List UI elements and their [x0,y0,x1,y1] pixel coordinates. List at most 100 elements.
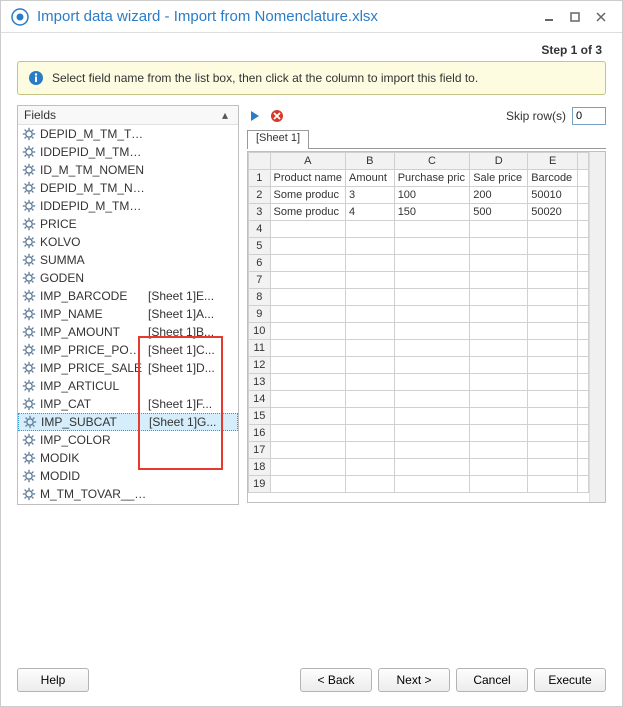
field-row[interactable]: IDDEPID_M_TM_N... [18,197,238,215]
field-name: IMP_BARCODE [40,289,148,303]
table-row[interactable]: 3Some produc415050050020 [249,204,589,221]
table-row[interactable]: 17 [249,442,589,459]
stop-icon[interactable] [269,108,285,124]
field-row[interactable]: IMP_PRICE_POKUP...[Sheet 1]C... [18,341,238,359]
back-button[interactable]: < Back [300,668,372,692]
fields-header[interactable]: Fields ▴ [18,106,238,125]
field-name: DEPID_M_TM_TOVAR [40,127,148,141]
play-icon[interactable] [247,108,263,124]
field-name: IDDEPID_M_TM_N... [40,199,148,213]
field-row[interactable]: KOLVO [18,233,238,251]
field-row[interactable]: PRICE [18,215,238,233]
field-mapping: [Sheet 1]G... [149,415,237,429]
maximize-button[interactable] [564,6,586,28]
info-icon [28,70,44,86]
table-row[interactable]: 10 [249,323,589,340]
chevron-up-icon[interactable]: ▴ [218,108,232,122]
table-row[interactable]: 1Product nameAmountPurchase pricSale pri… [249,170,589,187]
fields-header-label: Fields [24,108,218,122]
gear-icon [22,397,36,411]
info-box: Select field name from the list box, the… [17,61,606,95]
execute-button[interactable]: Execute [534,668,606,692]
sheet-tab[interactable]: [Sheet 1] [247,130,309,149]
field-row[interactable]: SUMMA [18,251,238,269]
gear-icon [22,145,36,159]
table-row[interactable]: 15 [249,408,589,425]
app-icon [11,8,29,26]
titlebar: Import data wizard - Import from Nomencl… [1,1,622,33]
field-name: MODIK [40,451,148,465]
field-row[interactable]: M_TM_NOMEN___... [18,503,238,504]
gear-icon [22,469,36,483]
field-row[interactable]: IMP_ARTICUL [18,377,238,395]
field-name: IMP_PRICE_SALE [40,361,148,375]
gear-icon [22,451,36,465]
field-name: DEPID_M_TM_NO... [40,181,148,195]
field-row[interactable]: IMP_NAME[Sheet 1]A... [18,305,238,323]
gear-icon [22,181,36,195]
table-row[interactable]: 8 [249,289,589,306]
gear-icon [22,289,36,303]
field-row[interactable]: IMP_SUBCAT[Sheet 1]G... [18,413,238,431]
field-row[interactable]: ID_M_TM_NOMEN [18,161,238,179]
table-row[interactable]: 7 [249,272,589,289]
field-row[interactable]: IMP_CAT[Sheet 1]F... [18,395,238,413]
data-grid[interactable]: ABCDE1Product nameAmountPurchase pricSal… [247,151,606,503]
table-row[interactable]: 2Some produc310020050010 [249,187,589,204]
table-row[interactable]: 6 [249,255,589,272]
field-row[interactable]: IDDEPID_M_TM_T... [18,143,238,161]
table-row[interactable]: 12 [249,357,589,374]
field-row[interactable]: DEPID_M_TM_TOVAR [18,125,238,143]
field-mapping: [Sheet 1]D... [148,361,238,375]
table-row[interactable]: 5 [249,238,589,255]
minimize-button[interactable] [538,6,560,28]
field-row[interactable]: IMP_AMOUNT[Sheet 1]B... [18,323,238,341]
gear-icon [22,199,36,213]
close-button[interactable] [590,6,612,28]
field-row[interactable]: IMP_PRICE_SALE[Sheet 1]D... [18,359,238,377]
grid-toolbar: Skip row(s) [247,105,606,127]
table-row[interactable]: 13 [249,374,589,391]
field-name: IMP_COLOR [40,433,148,447]
gear-icon [22,127,36,141]
gear-icon [22,307,36,321]
gear-icon [22,163,36,177]
table-row[interactable]: 11 [249,340,589,357]
field-name: M_TM_TOVAR___... [40,487,148,501]
gear-icon [22,217,36,231]
field-row[interactable]: IMP_BARCODE[Sheet 1]E... [18,287,238,305]
field-row[interactable]: IMP_COLOR [18,431,238,449]
fields-list[interactable]: DEPID_M_TM_TOVAR IDDEPID_M_TM_T...ID_M_TM… [18,125,238,504]
cancel-button[interactable]: Cancel [456,668,528,692]
field-mapping: [Sheet 1]A... [148,307,238,321]
field-mapping: [Sheet 1]B... [148,325,238,339]
skip-rows-input[interactable] [572,107,606,125]
table-row[interactable]: 16 [249,425,589,442]
table-row[interactable]: 9 [249,306,589,323]
table-row[interactable]: 14 [249,391,589,408]
field-row[interactable]: MODID [18,467,238,485]
field-name: SUMMA [40,253,148,267]
window-title: Import data wizard - Import from Nomencl… [37,8,534,25]
table-row[interactable]: 18 [249,459,589,476]
info-text: Select field name from the list box, the… [52,71,478,85]
field-name: MODID [40,469,148,483]
next-button[interactable]: Next > [378,668,450,692]
bottom-bar: Help < Back Next > Cancel Execute [17,668,606,692]
field-row[interactable]: DEPID_M_TM_NO... [18,179,238,197]
table-row[interactable]: 19 [249,476,589,493]
field-row[interactable]: M_TM_TOVAR___... [18,485,238,503]
gear-icon [22,433,36,447]
field-name: KOLVO [40,235,148,249]
field-mapping: [Sheet 1]F... [148,397,238,411]
field-name: PRICE [40,217,148,231]
field-name: GODEN [40,271,148,285]
table-row[interactable]: 4 [249,221,589,238]
help-button[interactable]: Help [17,668,89,692]
gear-icon [22,343,36,357]
field-row[interactable]: MODIK [18,449,238,467]
field-row[interactable]: GODEN [18,269,238,287]
sheet-tabs: [Sheet 1] [247,129,606,149]
gear-icon [22,235,36,249]
field-name: IMP_CAT [40,397,148,411]
